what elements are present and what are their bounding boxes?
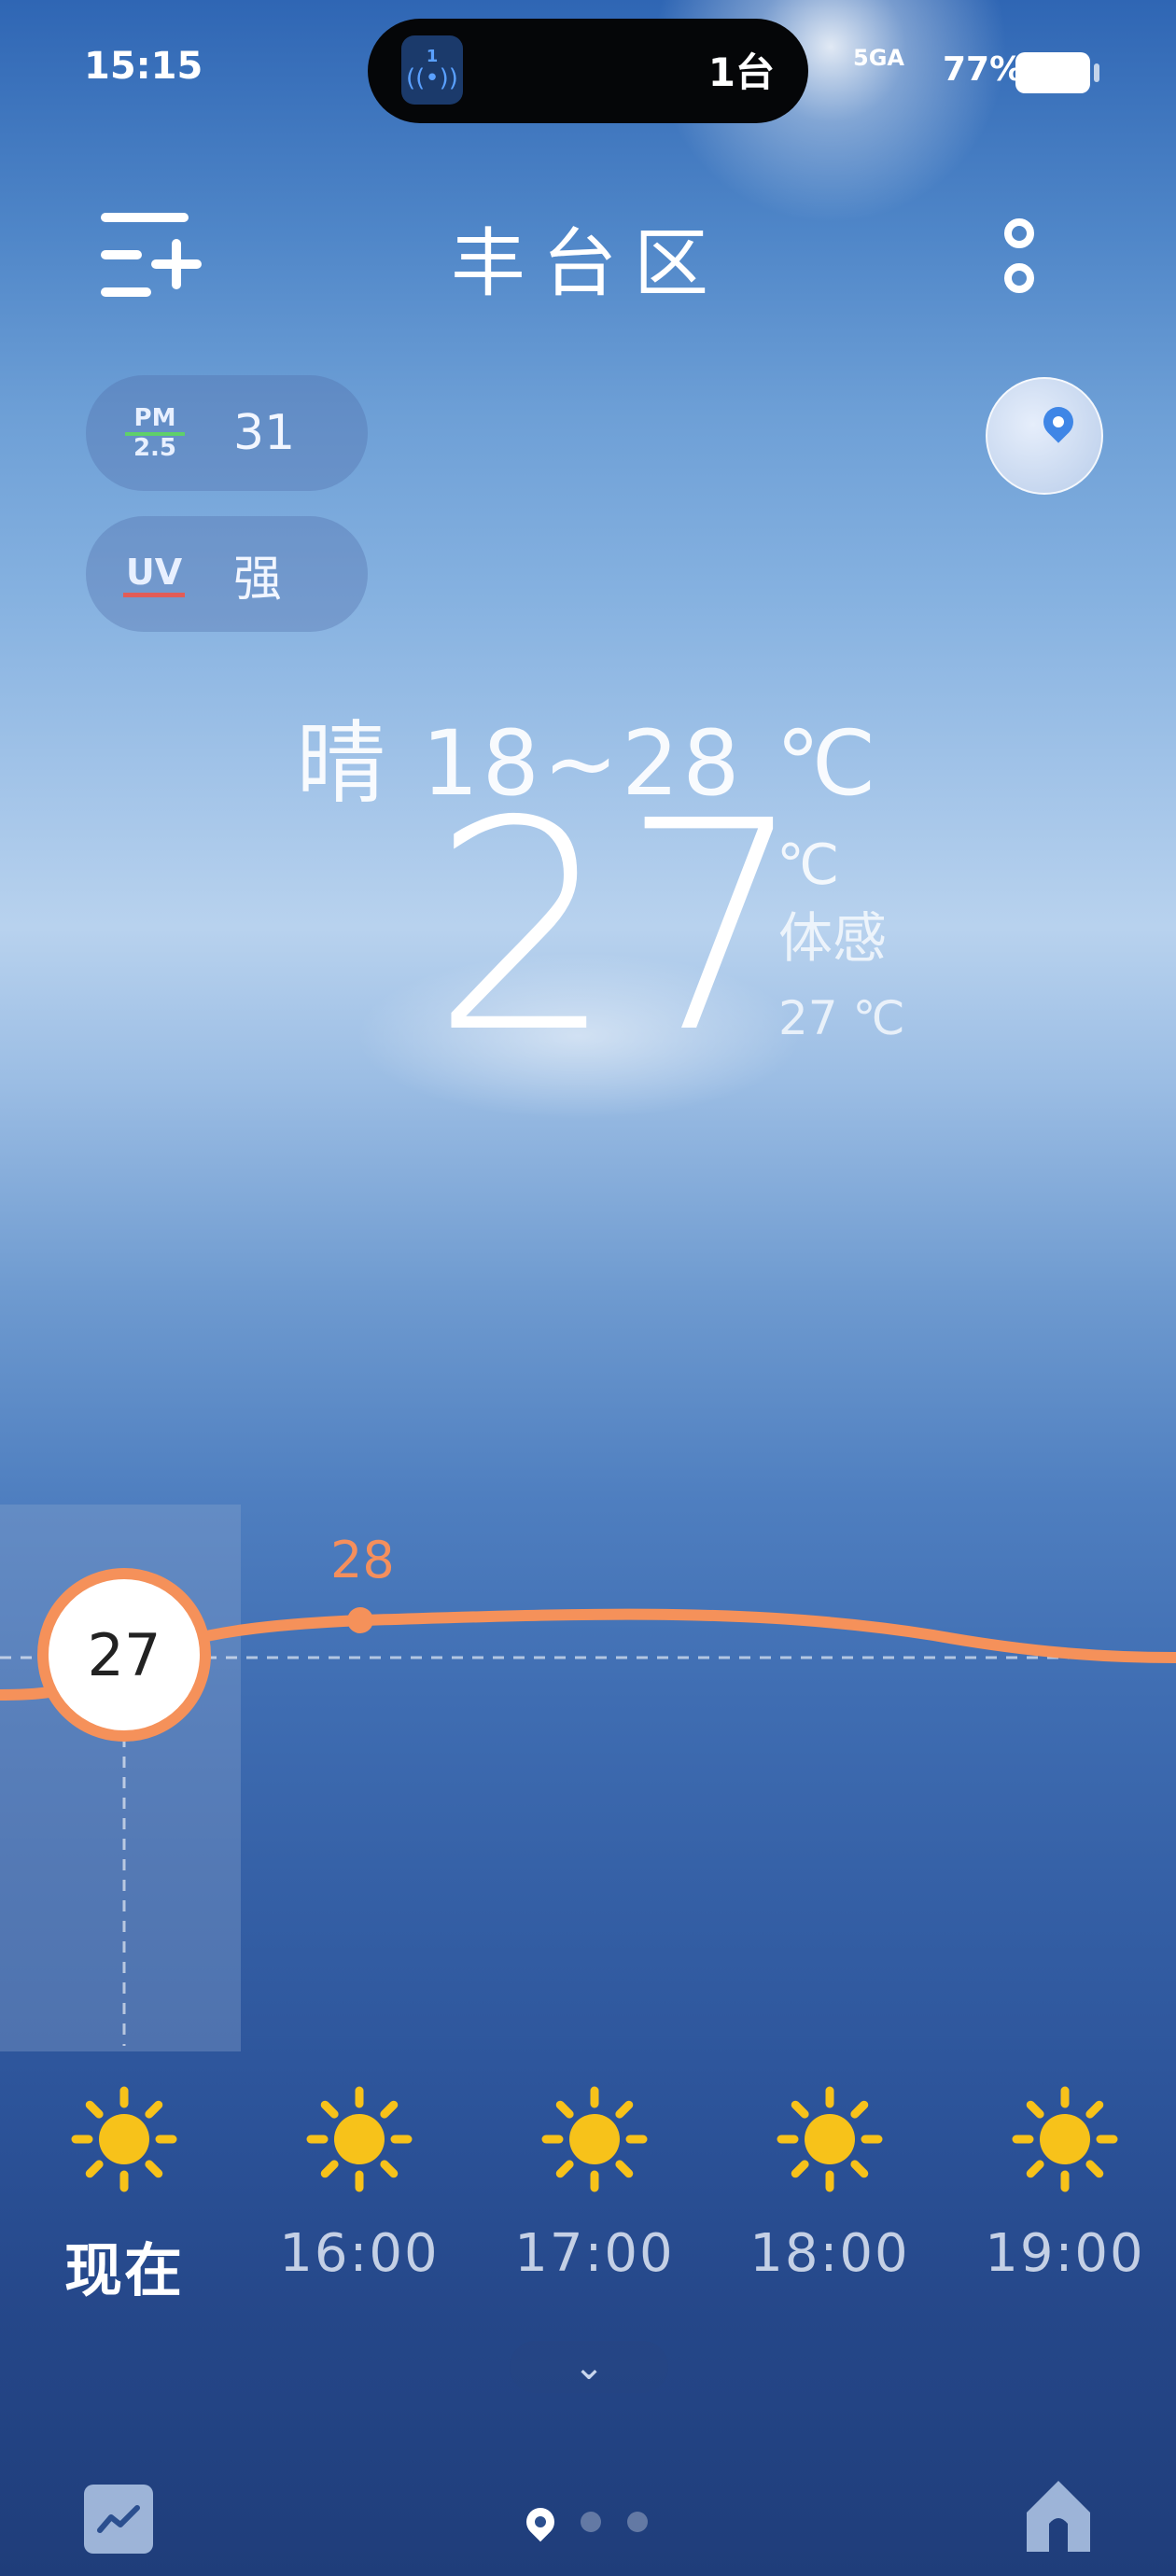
uv-value: 强 — [233, 551, 283, 608]
expand-chevron-button[interactable]: ⌄ — [510, 2341, 668, 2393]
location-pin-icon — [520, 2501, 561, 2542]
map-button[interactable] — [986, 377, 1103, 495]
hourly-temperature-chart — [0, 1607, 1176, 2046]
uv-label: UV — [123, 552, 185, 597]
hour-16[interactable]: 16:00 — [266, 2083, 453, 2284]
battery-tip — [1094, 63, 1099, 82]
network-indicator: 5GA — [853, 45, 904, 71]
hour-label: 19:00 — [985, 2223, 1145, 2284]
island-text: 1台 — [707, 49, 775, 95]
current-temperature: 27 — [431, 760, 811, 1097]
home-button[interactable] — [1021, 2475, 1096, 2555]
sun-icon — [303, 2083, 415, 2195]
now-temperature-badge[interactable]: 27 — [37, 1568, 211, 1742]
sun-icon — [774, 2083, 886, 2195]
sun-icon — [539, 2083, 651, 2195]
trend-chart-button[interactable] — [84, 2485, 153, 2554]
hour-now[interactable]: 现在 — [31, 2083, 217, 2307]
hour-18[interactable]: 18:00 — [736, 2083, 923, 2284]
peak-point — [347, 1607, 373, 1633]
temperature-unit: ℃ — [777, 833, 840, 898]
page-dot — [581, 2512, 601, 2532]
chevron-down-icon: ⌄ — [573, 2345, 605, 2388]
hour-label: 18:00 — [749, 2223, 910, 2284]
pm25-chip[interactable]: PM 2.5 31 — [86, 375, 368, 491]
hour-label: 17:00 — [514, 2223, 675, 2284]
hotspot-count: 1 — [426, 47, 439, 66]
pm25-value: 31 — [233, 405, 296, 461]
feels-like-label: 体感 — [778, 906, 888, 970]
hour-19[interactable]: 19:00 — [972, 2083, 1158, 2284]
location-pin-icon — [1037, 400, 1080, 443]
more-options-button[interactable] — [999, 211, 1045, 304]
hotspot-icon: 1 ((•)) — [401, 35, 463, 105]
hour-label: 现在 — [63, 2236, 184, 2304]
uv-chip[interactable]: UV 强 — [86, 516, 368, 632]
home-icon — [1027, 2481, 1090, 2552]
page-dot — [627, 2512, 648, 2532]
feels-like-value: 27 ℃ — [778, 991, 905, 1045]
battery-icon — [1015, 52, 1090, 93]
hour-17[interactable]: 17:00 — [501, 2083, 688, 2284]
trend-icon — [97, 2505, 140, 2533]
battery-percent: 77% — [943, 50, 1024, 89]
status-time: 15:15 — [84, 45, 203, 88]
pm25-label: PM 2.5 — [125, 406, 185, 460]
sun-icon — [68, 2083, 180, 2195]
hour-label: 16:00 — [279, 2223, 440, 2284]
peak-temperature-label: 28 — [330, 1531, 395, 1589]
city-pager[interactable] — [510, 2494, 659, 2550]
sun-icon — [1009, 2083, 1121, 2195]
